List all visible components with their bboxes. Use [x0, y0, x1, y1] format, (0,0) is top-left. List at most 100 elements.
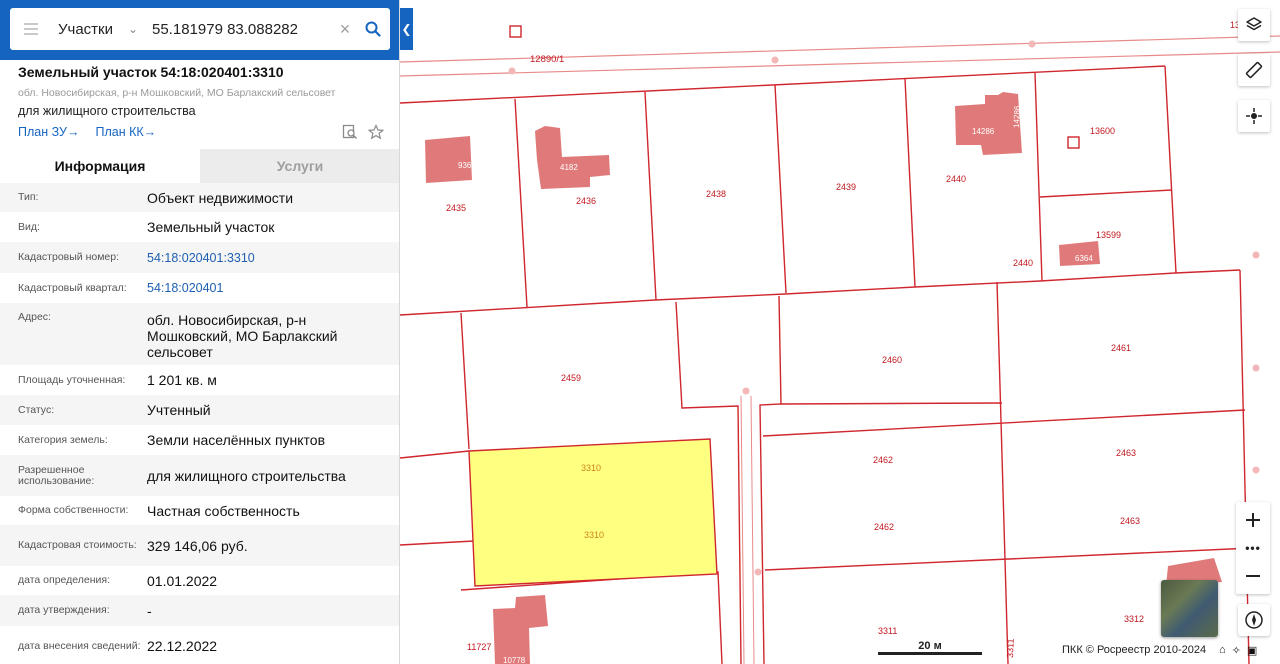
attr-label: Статус:	[18, 403, 55, 416]
label-2463-b: 2463	[1120, 516, 1140, 526]
ruler-icon	[1245, 61, 1263, 79]
attr-label: дата внесения сведений:	[18, 639, 141, 652]
plan-links: План ЗУ→ План КК→	[18, 125, 156, 139]
label-2460: 2460	[882, 355, 902, 365]
label-9367: 9367	[458, 161, 476, 170]
locate-button[interactable]	[1238, 100, 1270, 132]
attr-row-kind: Вид: Земельный участок	[0, 212, 399, 242]
compass-button[interactable]	[1238, 604, 1270, 636]
panel-tabs: Информация Услуги	[0, 149, 399, 183]
label-3311-a: 3311	[878, 626, 897, 636]
parcel-title: Земельный участок 54:18:020401:3310	[18, 64, 284, 80]
crosshair-icon[interactable]: ✧	[1232, 644, 1241, 657]
label-11727: 11727	[467, 642, 491, 652]
attr-label: дата утверждения:	[18, 604, 110, 616]
attribution: ПКК © Росреестр 2010-2024	[1062, 644, 1207, 656]
zoom-controls: •••	[1236, 502, 1270, 594]
attr-value: для жилищного строительства	[147, 467, 346, 484]
chevron-left-icon: ❮	[401, 22, 412, 36]
layers-icon	[1246, 17, 1262, 31]
attr-row-permitted-use: Разрешенное использование: для жилищного…	[0, 455, 399, 496]
label-2463-a: 2463	[1116, 448, 1136, 458]
label-2440-a: 2440	[946, 174, 966, 184]
more-icon[interactable]: •••	[1236, 537, 1270, 559]
search-icon[interactable]	[356, 8, 390, 50]
minus-icon	[1246, 575, 1260, 577]
attr-label: Кадастровая стоимость:	[18, 539, 137, 551]
label-14286-vertical: 14286	[1012, 105, 1022, 128]
label-14286: 14286	[972, 127, 995, 136]
plan-kk-link[interactable]: План КК→	[95, 125, 156, 139]
attr-row-area: Площадь уточненная: 1 201 кв. м	[0, 365, 399, 395]
collapse-panel-button[interactable]: ❮	[400, 8, 413, 50]
tab-services[interactable]: Услуги	[200, 149, 399, 183]
tab-info[interactable]: Информация	[0, 149, 200, 183]
cadastral-number-link[interactable]: 54:18:020401:3310	[147, 250, 387, 266]
attr-value: Земли населённых пунктов	[147, 432, 326, 448]
attr-value: Частная собственность	[147, 502, 300, 519]
attr-value: 329 146,06 руб.	[147, 537, 248, 554]
locate-icon	[1246, 108, 1262, 124]
label-3312: 3312	[1124, 614, 1144, 624]
attr-row-approval-date: дата утверждения: -	[0, 595, 399, 626]
attr-label: дата определения:	[18, 574, 111, 586]
attr-value: 22.12.2022	[147, 638, 218, 654]
attr-label: Категория земель:	[18, 433, 108, 446]
label-6364: 6364	[1075, 254, 1093, 263]
attr-value: -	[147, 602, 152, 619]
attr-label: Адрес:	[18, 311, 51, 323]
cadastral-quarter-link[interactable]: 54:18:020401	[147, 280, 387, 296]
label-13600: 13600	[1090, 126, 1115, 136]
search-input[interactable]: 55.181979 83.088282	[144, 21, 334, 38]
attributes-table: Тип: Объект недвижимости Вид: Земельный …	[0, 183, 399, 664]
panel-tools	[342, 124, 385, 145]
zoom-out-button[interactable]	[1236, 559, 1270, 593]
attr-row-cadastral-number: Кадастровый номер: 54:18:020401:3310	[0, 242, 399, 273]
attr-row-address: Адрес: обл. Новосибирская, р-н Мошковски…	[0, 303, 399, 365]
label-3310-b: 3310	[584, 530, 604, 540]
layers-button[interactable]	[1238, 9, 1270, 41]
attr-row-cadastral-value: Кадастровая стоимость: 329 146,06 руб.	[0, 525, 399, 566]
attr-label: Тип:	[18, 191, 39, 203]
plan-zu-label: План ЗУ	[18, 125, 67, 139]
chevron-down-icon: ⌄	[127, 22, 138, 36]
layer-select[interactable]: Участки ⌄	[52, 21, 144, 38]
label-2461: 2461	[1111, 343, 1131, 353]
label-13599: 13599	[1096, 230, 1121, 240]
home-icon[interactable]: ⌂	[1219, 644, 1226, 657]
attr-value: Учтенный	[147, 402, 211, 418]
attr-label: Форма собственности:	[18, 504, 129, 516]
plan-kk-label: План КК	[95, 125, 144, 139]
label-2436: 2436	[576, 196, 596, 206]
doc-search-icon[interactable]	[342, 124, 358, 145]
plan-zu-link[interactable]: План ЗУ→	[18, 125, 79, 139]
ruler-button[interactable]	[1238, 54, 1270, 86]
attr-value: Объект недвижимости	[147, 189, 294, 206]
label-3311-b: 3311	[1005, 638, 1016, 658]
attr-value: Земельный участок	[147, 219, 275, 235]
label-2440-b: 2440	[1013, 258, 1033, 268]
attr-label: Разрешенное использование:	[18, 463, 95, 487]
star-icon[interactable]	[367, 124, 385, 145]
road-label: 12890/1	[530, 54, 564, 65]
label-2459: 2459	[561, 373, 581, 383]
label-2462-b: 2462	[874, 522, 894, 532]
parcel-address-short: обл. Новосибирская, р-н Мошковский, МО Б…	[18, 87, 336, 99]
bottom-toolbar: ⌂ ✧ ▣	[1219, 644, 1257, 657]
attr-row-status: Статус: Учтенный	[0, 395, 399, 425]
fullscreen-icon[interactable]: ▣	[1247, 644, 1257, 657]
satellite-basemap-toggle[interactable]	[1161, 580, 1218, 637]
menu-icon[interactable]	[10, 8, 52, 50]
clear-icon[interactable]: ×	[334, 19, 356, 40]
layer-select-label: Участки	[58, 20, 113, 38]
scale-line	[878, 652, 982, 655]
arrow-right-icon: →	[143, 125, 157, 139]
attr-label: Кадастровый квартал:	[18, 281, 127, 294]
search-header: Участки ⌄ 55.181979 83.088282 ×	[0, 0, 399, 60]
arrow-right-icon: →	[66, 125, 80, 139]
selected-parcel-3310[interactable]	[468, 438, 718, 587]
attr-row-entry-date: дата внесения сведений: 22.12.2022	[0, 626, 399, 664]
zoom-in-button[interactable]	[1236, 503, 1270, 537]
scale-label: 20 м	[918, 640, 942, 652]
attr-row-type: Тип: Объект недвижимости	[0, 183, 399, 212]
